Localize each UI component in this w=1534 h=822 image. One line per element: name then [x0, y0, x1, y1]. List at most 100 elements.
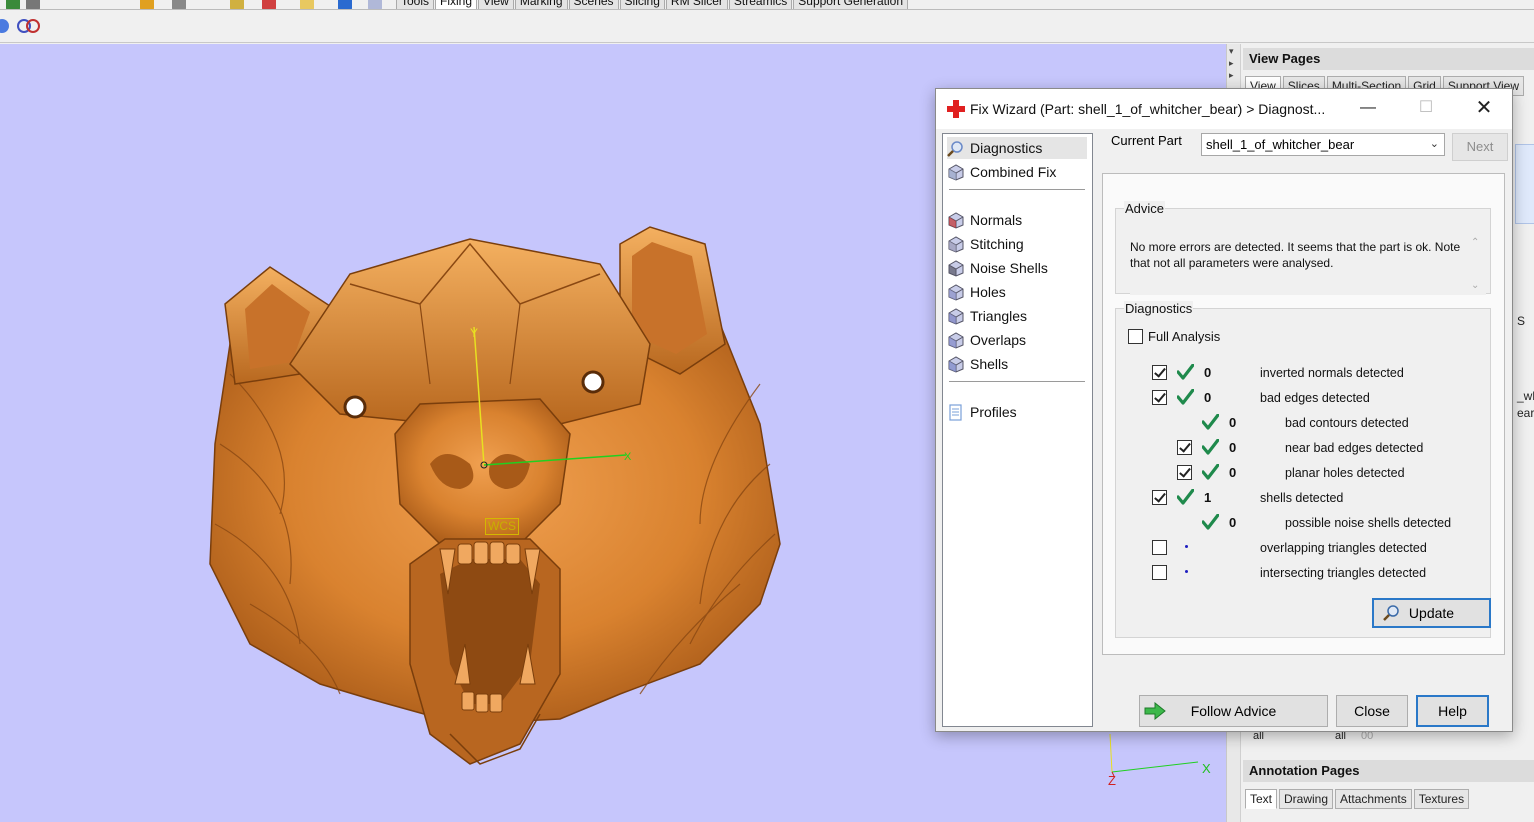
diagnostic-checkbox[interactable]	[1152, 365, 1167, 380]
check-icon	[1202, 464, 1219, 480]
check-icon	[1202, 514, 1219, 530]
diagnostic-checkbox[interactable]	[1152, 490, 1167, 505]
tab-textures[interactable]: Textures	[1413, 789, 1470, 809]
tool-icon[interactable]	[230, 0, 244, 9]
close-button[interactable]: Close	[1336, 695, 1408, 727]
magnifier-icon	[1383, 605, 1399, 621]
nav-item-triangles[interactable]: Triangles	[947, 305, 1087, 327]
ribbon-tab-rm-slicer[interactable]: RM Slicer	[665, 0, 728, 9]
follow-advice-button[interactable]: Follow Advice	[1139, 695, 1328, 727]
scroll-down-icon[interactable]: ⌄	[1471, 280, 1479, 291]
nav-item-label: Combined Fix	[970, 164, 1057, 180]
ribbon-tab-tools[interactable]: Tools	[396, 0, 435, 9]
advice-scrollbar[interactable]: ⌃ ⌄	[1468, 237, 1486, 295]
tab-attachments[interactable]: Attachments	[1335, 789, 1412, 809]
maximize-button[interactable]: ☐	[1412, 97, 1440, 119]
diagnostic-checkbox[interactable]	[1152, 565, 1167, 580]
tool-icon[interactable]	[172, 0, 186, 9]
diagnostic-label: shells detected	[1260, 491, 1344, 505]
diagnostic-label: planar holes detected	[1285, 466, 1405, 480]
tab-drawing[interactable]: Drawing	[1279, 789, 1334, 809]
nav-item-label: Shells	[970, 356, 1009, 372]
diagnostic-count: 0	[1204, 390, 1212, 405]
diagnostic-label: bad contours detected	[1285, 416, 1409, 430]
check-icon	[1177, 489, 1194, 505]
tool-icon[interactable]	[338, 0, 352, 9]
tool-icon[interactable]	[262, 0, 276, 9]
annotation-pages-tabs: Text Drawing Attachments Textures	[1245, 789, 1471, 809]
nav-item-normals[interactable]: Normals	[947, 209, 1087, 231]
advice-group: Advice No more errors are detected. It s…	[1115, 201, 1491, 295]
check-icon	[1202, 414, 1219, 430]
pin-icon[interactable]: ▾	[1229, 46, 1234, 57]
nav-item-diagnostics[interactable]: Diagnostics	[947, 137, 1087, 159]
diagnostics-group: Diagnostics Full Analysis 0 inverted norm…	[1115, 301, 1491, 638]
help-button[interactable]: Help	[1416, 695, 1489, 727]
nav-item-label: Holes	[970, 284, 1006, 300]
corner-axis-z-label: Z	[1108, 773, 1116, 788]
quick-access-icon[interactable]	[26, 0, 40, 9]
current-part-value: shell_1_of_whitcher_bear	[1206, 137, 1355, 152]
advice-title: Advice	[1124, 201, 1166, 216]
nav-item-label: Overlaps	[970, 332, 1027, 348]
diagnostics-title: Diagnostics	[1124, 301, 1194, 316]
tool-icon[interactable]	[368, 0, 382, 9]
ribbon-tab-streamics[interactable]: Streamics	[728, 0, 793, 9]
nav-item-holes[interactable]: Holes	[947, 281, 1087, 303]
diagnostic-checkbox[interactable]	[1152, 390, 1167, 405]
nav-item-label: Normals	[970, 212, 1023, 228]
combined-fix-icon	[948, 163, 964, 181]
cube-preview[interactable]	[1515, 144, 1534, 224]
globe-icon[interactable]	[0, 18, 10, 34]
tool-icon[interactable]	[300, 0, 314, 9]
full-analysis-checkbox[interactable]	[1128, 329, 1143, 344]
close-window-button[interactable]: ✕	[1470, 97, 1498, 119]
view-pages-header: View Pages	[1243, 48, 1534, 70]
tool-icon[interactable]	[140, 0, 154, 9]
pin-icon[interactable]: ▸	[1229, 58, 1234, 69]
orientation-axes: X Z	[1108, 733, 1211, 788]
follow-advice-label: Follow Advice	[1190, 703, 1277, 719]
axis-y-label: Y	[470, 326, 478, 340]
update-button[interactable]: Update	[1372, 598, 1491, 628]
ribbon-tab-marking[interactable]: Marking	[514, 0, 568, 9]
fix-wizard-dialog: Fix Wizard (Part: shell_1_of_whitcher_be…	[935, 88, 1513, 732]
diagnostic-count: 1	[1204, 490, 1212, 505]
check-icon	[1202, 439, 1219, 455]
ribbon-tab-fixing[interactable]: Fixing	[435, 0, 478, 9]
nav-item-shells[interactable]: Shells	[947, 353, 1087, 375]
ribbon-tab-slicing[interactable]: Slicing	[619, 0, 665, 9]
diagnostic-checkbox[interactable]	[1177, 440, 1192, 455]
link-parts-icon[interactable]	[16, 18, 42, 34]
shells-icon	[948, 355, 964, 373]
nav-item-overlaps[interactable]: Overlaps	[947, 329, 1087, 351]
diagnostic-label: intersecting triangles detected	[1260, 566, 1427, 580]
diagnostic-checkbox[interactable]	[1152, 540, 1167, 555]
nav-item-stitching[interactable]: Stitching	[947, 233, 1087, 255]
minimize-button[interactable]: —	[1354, 97, 1382, 119]
normals-icon	[948, 211, 964, 229]
check-icon	[1177, 364, 1194, 380]
pin-icon[interactable]: ▸	[1229, 70, 1234, 81]
nav-item-noise-shells[interactable]: Noise Shells	[947, 257, 1087, 279]
annotation-pages-header: Annotation Pages	[1243, 760, 1534, 782]
ribbon-tab-view[interactable]: View	[478, 0, 514, 9]
scroll-up-icon[interactable]: ⌃	[1471, 237, 1479, 248]
dialog-title: Fix Wizard (Part: shell_1_of_whitcher_be…	[970, 101, 1326, 117]
next-button[interactable]: Next	[1452, 133, 1508, 161]
dialog-title-bar[interactable]: Fix Wizard (Part: shell_1_of_whitcher_be…	[936, 89, 1512, 129]
ribbon-tab-scenes[interactable]: Scenes	[568, 0, 619, 9]
noise-shells-icon	[948, 259, 964, 277]
bear-head-model[interactable]	[209, 226, 781, 765]
app-window: Tools Fixing View Marking Scenes Slicing RM Sl…	[0, 0, 1534, 822]
diagnostic-count: 0	[1204, 365, 1212, 380]
nav-item-profiles[interactable]: Profiles	[947, 401, 1087, 423]
current-part-select[interactable]: shell_1_of_whitcher_bear ⌄	[1201, 133, 1445, 156]
diagnostic-checkbox[interactable]	[1177, 465, 1192, 480]
red-cross-icon	[947, 100, 965, 118]
nav-item-label: Stitching	[970, 236, 1024, 252]
tab-text[interactable]: Text	[1245, 789, 1278, 809]
quick-access-icon[interactable]	[6, 0, 20, 9]
nav-item-combined-fix[interactable]: Combined Fix	[947, 161, 1087, 183]
ribbon-tab-support-generation[interactable]: Support Generation	[793, 0, 909, 9]
